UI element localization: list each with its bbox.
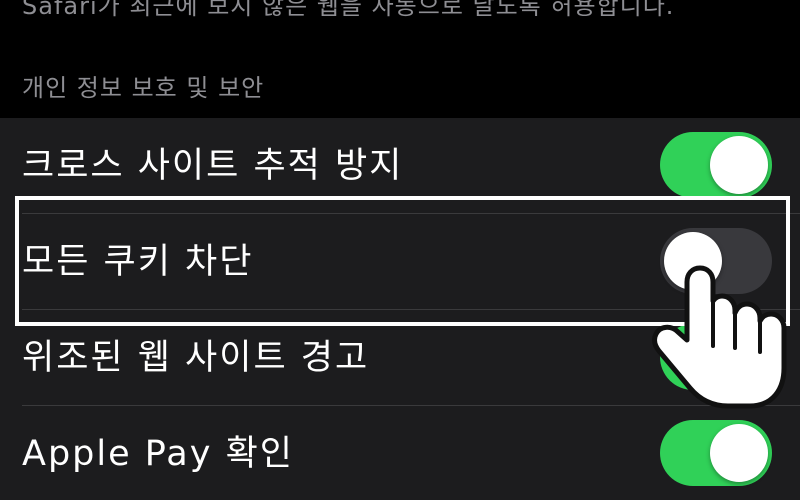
row-label: 위조된 웹 사이트 경고 bbox=[22, 338, 370, 378]
block-all-cookies-toggle[interactable] bbox=[660, 228, 772, 294]
row-apple-pay-check[interactable]: Apple Pay 확인 bbox=[0, 406, 800, 500]
safari-footer-caption: Safari가 최근에 보지 않은 웹을 자동으로 날도록 허용합니다. bbox=[22, 0, 675, 20]
privacy-section-header: 개인 정보 보호 및 보안 bbox=[22, 74, 265, 102]
cross-site-tracking-toggle[interactable] bbox=[660, 132, 772, 198]
row-label: Apple Pay 확인 bbox=[22, 434, 294, 474]
toggle-knob bbox=[710, 424, 768, 482]
apple-pay-check-toggle[interactable] bbox=[660, 420, 772, 486]
row-cross-site-tracking[interactable]: 크로스 사이트 추적 방지 bbox=[0, 118, 800, 214]
row-label: 크로스 사이트 추적 방지 bbox=[22, 146, 404, 186]
row-block-all-cookies[interactable]: 모든 쿠키 차단 bbox=[0, 214, 800, 310]
row-label: 모든 쿠키 차단 bbox=[22, 242, 254, 282]
toggle-knob bbox=[664, 232, 722, 290]
privacy-settings-group: 크로스 사이트 추적 방지 모든 쿠키 차단 위조된 웹 사이트 경고 Appl… bbox=[0, 118, 800, 500]
toggle-knob bbox=[710, 136, 768, 194]
row-fraudulent-website-warning[interactable]: 위조된 웹 사이트 경고 bbox=[0, 310, 800, 406]
toggle-knob bbox=[710, 328, 768, 386]
settings-screen: Safari가 최근에 보지 않은 웹을 자동으로 날도록 허용합니다. 개인 … bbox=[0, 0, 800, 500]
fraudulent-website-warning-toggle[interactable] bbox=[660, 324, 772, 390]
